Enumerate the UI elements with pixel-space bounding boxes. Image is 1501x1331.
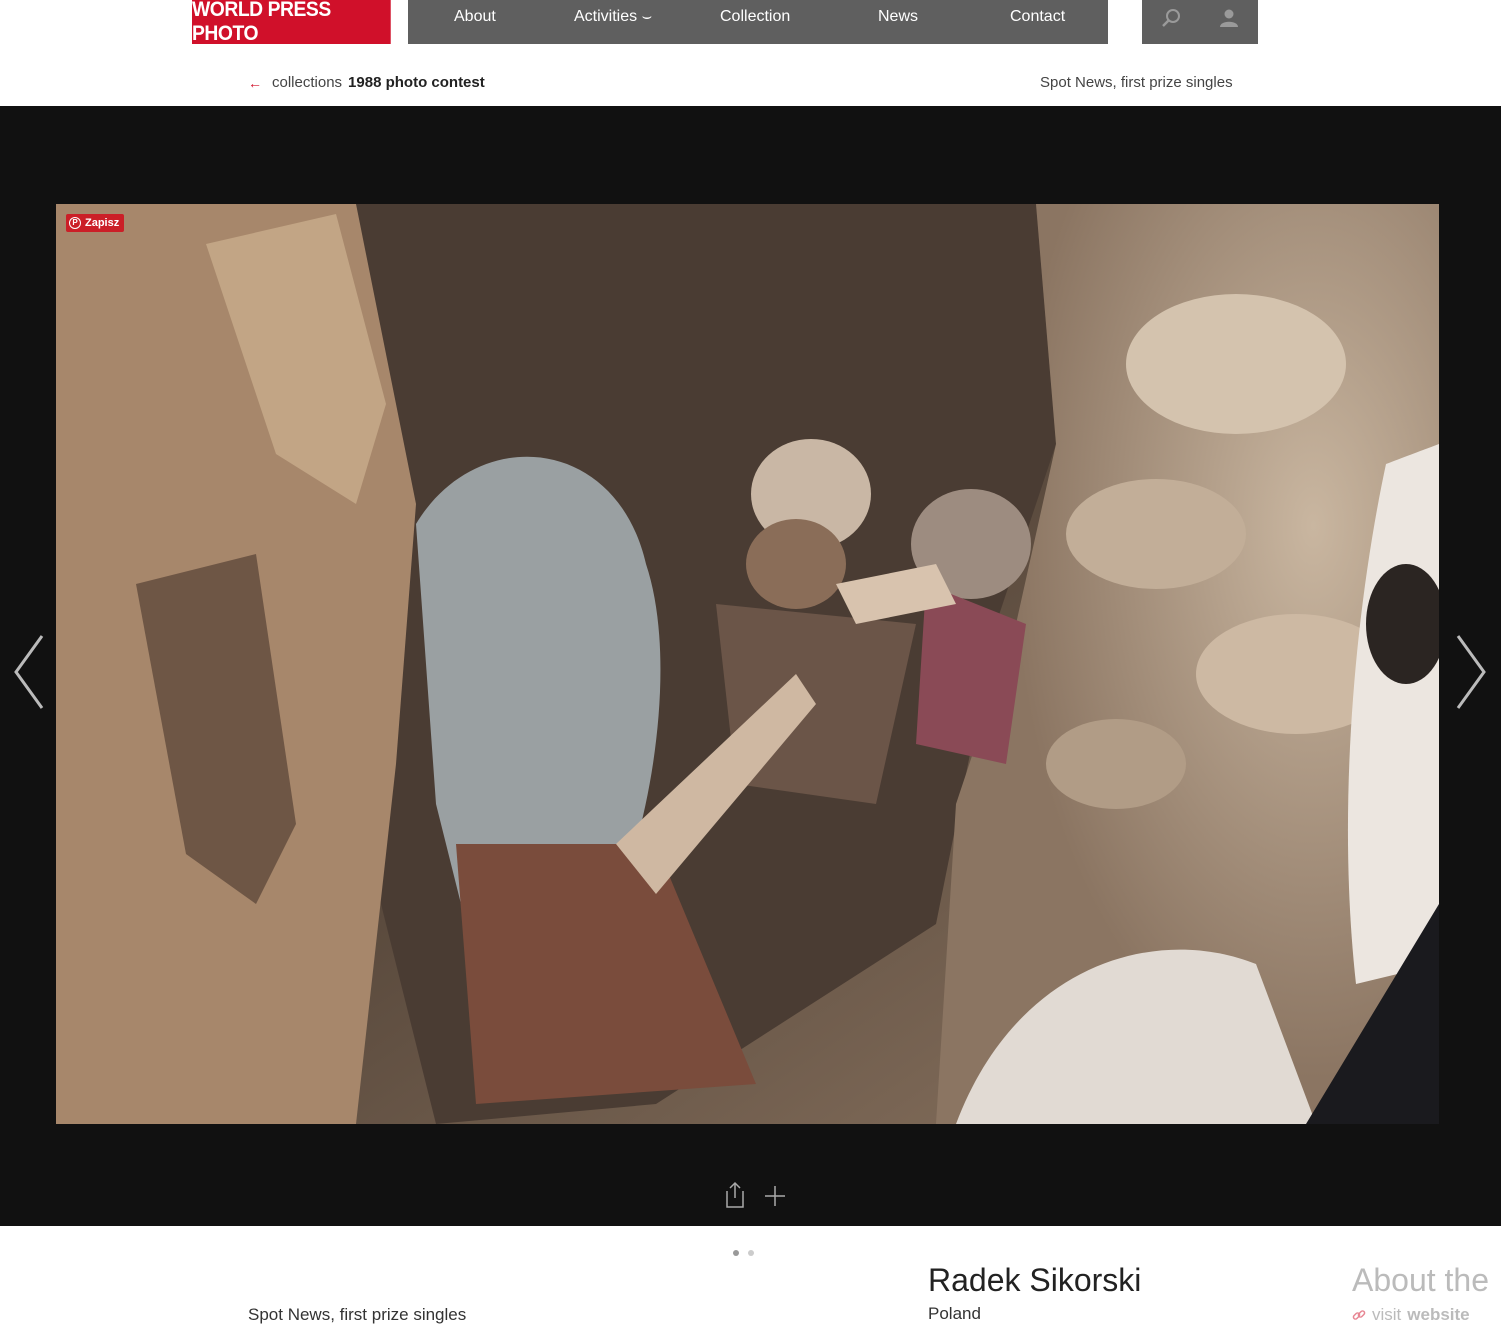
user-button[interactable] — [1200, 0, 1258, 36]
visit-link-label: website — [1407, 1305, 1470, 1324]
search-button[interactable] — [1142, 0, 1200, 36]
pinterest-save-label: Zapisz — [85, 217, 120, 229]
breadcrumb: ← collections 1988 photo contest — [248, 74, 485, 91]
pinterest-icon: P — [69, 217, 81, 229]
next-button[interactable] — [1450, 632, 1490, 712]
add-to-collection-button[interactable] — [762, 1181, 788, 1209]
chevron-right-icon — [1456, 635, 1486, 709]
nav-collection[interactable]: Collection — [720, 0, 790, 34]
share-button[interactable] — [722, 1181, 748, 1209]
link-icon — [1352, 1310, 1366, 1320]
photo-image — [56, 204, 1439, 1124]
nav-activities[interactable]: Activities ⌣ — [574, 0, 652, 34]
main-nav: About Activities ⌣ Collection News Conta… — [408, 0, 1108, 44]
photographer-country: Poland — [928, 1304, 981, 1323]
photographer-name[interactable]: Radek Sikorski — [928, 1262, 1141, 1299]
category-label: Spot News, first prize singles — [1040, 74, 1233, 91]
about-heading: About the — [1352, 1262, 1489, 1298]
photo-viewer: P Zapisz — [0, 106, 1501, 1226]
pagination-dot[interactable] — [748, 1250, 754, 1256]
gallery-pagination — [733, 1250, 754, 1256]
arrow-left-icon[interactable]: ← — [248, 75, 262, 91]
logo[interactable]: WORLD PRESS PHOTO — [192, 0, 391, 45]
breadcrumb-root[interactable]: collections — [272, 74, 342, 91]
user-icon — [1220, 9, 1238, 27]
pagination-dot[interactable] — [733, 1250, 739, 1256]
plus-icon — [765, 1186, 785, 1206]
nav-contact[interactable]: Contact — [1010, 0, 1065, 34]
visit-prefix: visit — [1372, 1305, 1402, 1324]
nav-news[interactable]: News — [878, 0, 918, 34]
prev-button[interactable] — [10, 632, 50, 712]
pinterest-save-button[interactable]: P Zapisz — [66, 214, 125, 232]
search-icon — [1162, 9, 1180, 27]
photo-actions — [722, 1181, 788, 1209]
photo: P Zapisz — [56, 204, 1439, 1124]
caption-category: Spot News, first prize singles — [248, 1305, 467, 1324]
header-tools — [1142, 0, 1258, 44]
chevron-left-icon — [14, 635, 44, 709]
nav-about[interactable]: About — [454, 0, 496, 34]
visit-website-link[interactable]: visit website — [1352, 1305, 1470, 1325]
breadcrumb-current[interactable]: 1988 photo contest — [348, 74, 485, 91]
share-icon — [726, 1181, 744, 1208]
